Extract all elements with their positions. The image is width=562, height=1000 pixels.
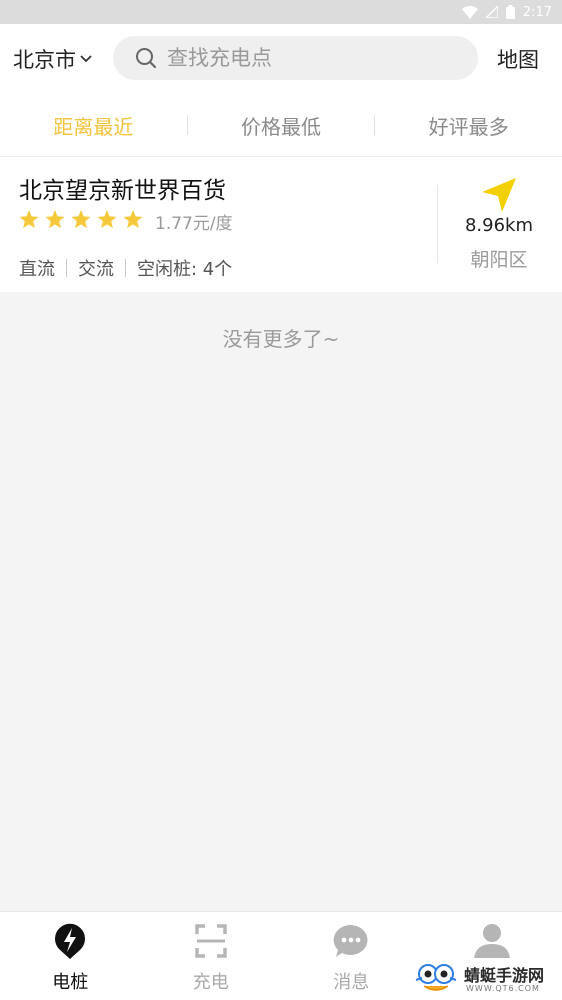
nav-item-messages[interactable]: 消息 [281,912,422,1000]
nav-label: 充电 [193,968,229,994]
star-icon [97,210,117,233]
star-icon [123,210,143,233]
nav-item-charge[interactable]: 充电 [141,912,282,1000]
station-price: 1.77元/度 [155,209,233,234]
station-district: 朝阳区 [445,245,553,272]
signal-icon [486,6,498,18]
tag-ac: 交流 [78,255,114,281]
search-input[interactable] [165,45,469,71]
rating-stars: 1.77元/度 [19,209,233,234]
watermark: 蜻蜓手游网 WWW.QT6.COM [414,960,544,1000]
chevron-down-icon [80,55,92,63]
city-label: 北京市 [13,44,76,74]
station-tags: 直流 交流 空闲桩: 4个 [19,255,232,281]
card-divider [437,185,438,263]
battery-icon [506,5,515,19]
star-icon [19,210,39,233]
user-icon [472,922,512,964]
station-name: 北京望京新世界百货 [19,171,226,205]
tab-price-lowest[interactable]: 价格最低 [188,111,375,140]
status-bar: 2:17 [0,0,562,24]
navigation-arrow-icon[interactable] [481,177,517,217]
dragonfly-logo-icon [414,960,458,1000]
tab-distance-nearest[interactable]: 距离最近 [0,111,187,140]
station-card[interactable]: 北京望京新世界百货 1.77元/度 直流 交流 空闲桩: 4个 8.96km 朝… [0,157,562,292]
top-bar: 北京市 地图 [0,24,562,94]
star-icon [71,210,91,233]
nav-item-charging-piles[interactable]: 电桩 [0,912,141,1000]
nav-label: 电桩 [52,968,88,994]
tag-idle-piles: 空闲桩: 4个 [137,255,232,281]
tag-divider [66,259,67,277]
city-selector[interactable]: 北京市 [13,44,92,74]
map-button[interactable]: 地图 [497,44,539,74]
wifi-icon [462,6,478,19]
list-end-text: 没有更多了~ [0,323,562,352]
watermark-url: WWW.QT6.COM [466,984,544,993]
search-icon [135,47,157,69]
scan-icon [194,922,228,964]
star-icon [45,210,65,233]
chat-bubble-icon [332,922,370,964]
watermark-text: 蜻蜓手游网 [464,968,544,984]
lightning-pin-icon [53,922,87,964]
tag-dc: 直流 [19,255,55,281]
station-distance: 8.96km [445,215,553,236]
status-time: 2:17 [523,5,552,20]
tag-divider [125,259,126,277]
sort-tabs: 距离最近 价格最低 好评最多 [0,94,562,157]
search-box[interactable] [113,36,478,80]
nav-label: 消息 [333,968,369,994]
tab-most-reviews[interactable]: 好评最多 [375,111,562,140]
